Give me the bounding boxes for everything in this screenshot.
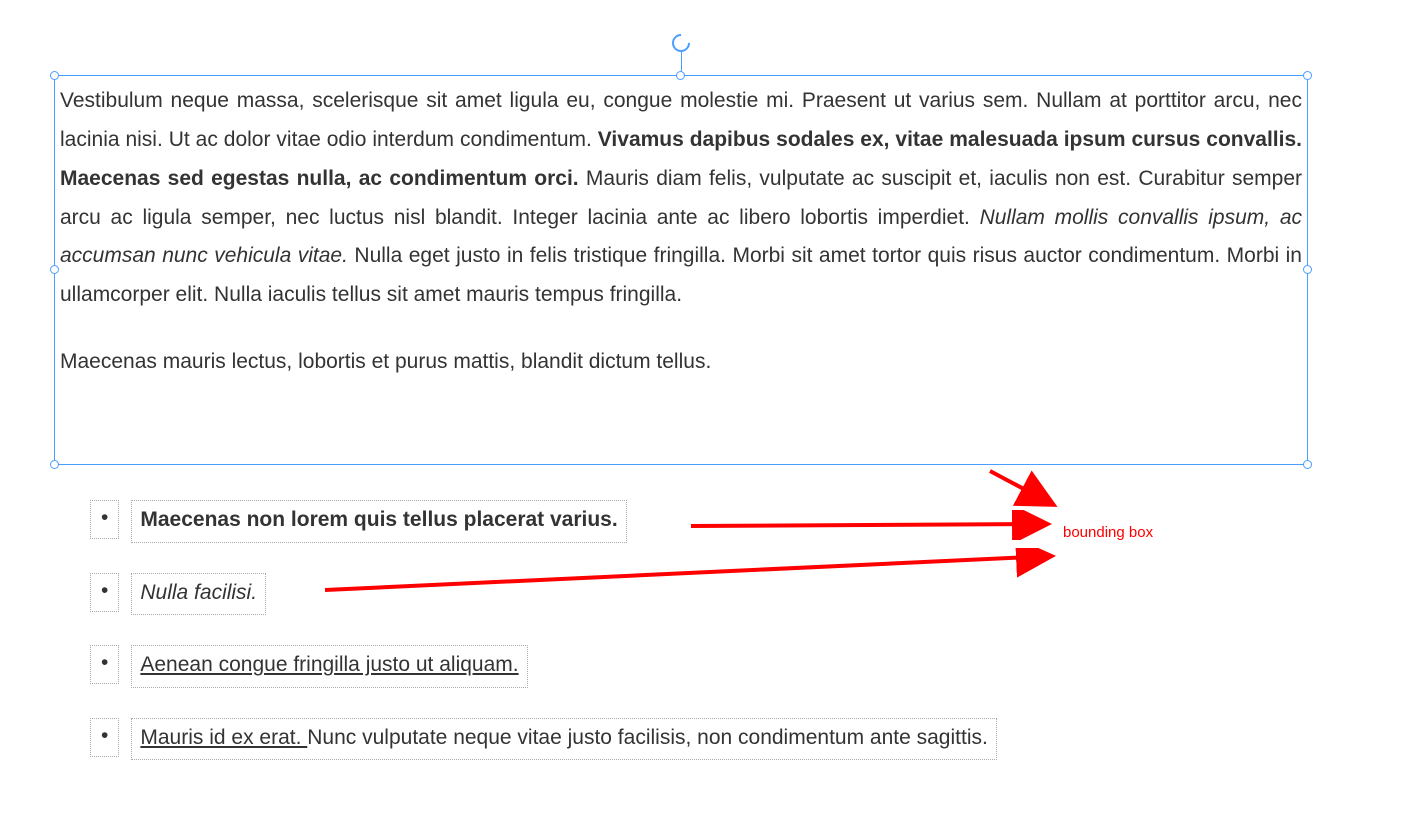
annotation-arrow-icon — [686, 510, 1066, 540]
list-item: • Aenean congue fringilla justo ut aliqu… — [90, 645, 1302, 688]
resize-handle-top-mid[interactable] — [676, 71, 685, 80]
text-run-underline: Aenean congue fringilla justo ut aliquam… — [140, 653, 518, 676]
resize-handle-mid-right[interactable] — [1303, 265, 1312, 274]
rotate-handle-icon[interactable] — [668, 30, 693, 55]
paragraph-2: Maecenas mauris lectus, lobortis et puru… — [60, 343, 1302, 382]
resize-handle-top-left[interactable] — [50, 71, 59, 80]
list-item-text: Mauris id ex erat. Nunc vulputate neque … — [131, 718, 996, 761]
text-run-underline: Mauris id ex erat. — [140, 726, 307, 749]
annotation-label: bounding box — [1063, 524, 1153, 541]
list-item-text: Maecenas non lorem quis tellus placerat … — [131, 500, 626, 543]
resize-handle-bottom-right[interactable] — [1303, 460, 1312, 469]
resize-handle-bottom-left[interactable] — [50, 460, 59, 469]
paragraph-1: Vestibulum neque massa, scelerisque sit … — [60, 82, 1302, 315]
bullet-marker: • — [90, 500, 119, 539]
annotation-arrow-icon — [320, 548, 1070, 598]
list-item: • Mauris id ex erat. Nunc vulputate nequ… — [90, 718, 1302, 761]
selected-text-frame[interactable]: Vestibulum neque massa, scelerisque sit … — [60, 82, 1302, 382]
resize-handle-mid-left[interactable] — [50, 265, 59, 274]
text-run-bold: Maecenas non lorem quis tellus placerat … — [140, 508, 617, 531]
text-run: Nunc vulputate neque vitae justo facilis… — [307, 726, 988, 749]
resize-handle-top-right[interactable] — [1303, 71, 1312, 80]
bullet-marker: • — [90, 645, 119, 684]
bulleted-list: • Maecenas non lorem quis tellus placera… — [90, 500, 1302, 790]
text-run-italic: Nulla facilisi. — [140, 581, 257, 604]
bullet-marker: • — [90, 718, 119, 757]
list-item-text: Nulla facilisi. — [131, 573, 266, 616]
bullet-marker: • — [90, 573, 119, 612]
list-item-text: Aenean congue fringilla justo ut aliquam… — [131, 645, 527, 688]
rotate-connector — [681, 52, 682, 72]
